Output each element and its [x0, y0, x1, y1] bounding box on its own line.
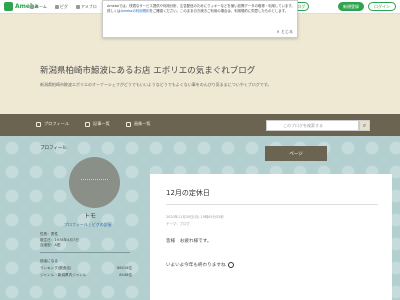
- menu-profile[interactable]: プロフィール: [36, 121, 69, 127]
- search-icon: ⌕: [362, 121, 367, 129]
- top-nav: ホーム ピグ アメブロ: [30, 4, 97, 10]
- profile-nickname: トモ: [84, 213, 97, 220]
- profile-icon: [36, 121, 41, 127]
- blog-icon: [75, 5, 80, 9]
- login-button[interactable]: ログイン: [368, 2, 396, 11]
- face-emoji-icon: [227, 262, 234, 268]
- menu-articles[interactable]: 記事一覧: [85, 121, 110, 127]
- pigg-icon: [54, 5, 59, 9]
- nav-pigg[interactable]: ピグ: [54, 4, 68, 10]
- search-button[interactable]: ⌕: [359, 120, 370, 131]
- list-icon: [85, 121, 91, 127]
- home-icon: [30, 5, 34, 9]
- terms-link[interactable]: Amebaの利用規約: [121, 9, 150, 13]
- register-button[interactable]: 新規登録: [338, 2, 364, 11]
- sidebar-list: 読者になる ランキング(飲食店) 86416位 ジャンル・新潟県内ジャンル 8448…: [40, 258, 132, 279]
- blog-description: 新潟県柏崎市鯨波エボリエのオーナーシェフがどうでもいいようなどうでもよくない事を…: [40, 82, 272, 87]
- top-page-button[interactable]: ページ: [265, 146, 327, 161]
- nav-ameblo[interactable]: アメブロ: [75, 4, 97, 10]
- notice-close-button[interactable]: × とじる: [276, 29, 293, 34]
- cookie-notice: Amebaでは、快適なサービス提供や利用分析、広告配信のためにクッキーなどを使い…: [102, 0, 298, 38]
- menu-images[interactable]: 画像一覧: [125, 121, 151, 127]
- article-paragraph: いよいよ今年も終わりますね: [166, 262, 234, 268]
- profile-info: 性別：男性 誕生日：1978年4月7日 血液型：A型: [40, 232, 79, 247]
- blog-search-input[interactable]: このブログを検索する: [266, 120, 359, 131]
- ameba-logo-icon: [4, 2, 13, 11]
- article-date: 2020年11月30日(月) 19時45分52秒: [166, 215, 224, 219]
- sidebar-divider: [40, 252, 130, 253]
- blog-menubar: プロフィール 記事一覧 画像一覧 このブログを検索する ⌕: [0, 114, 400, 136]
- avatar-decoration: [81, 177, 108, 180]
- profile-link[interactable]: プロフィール | ピグの部屋: [64, 222, 112, 228]
- list-item[interactable]: ランキング(飲食店) 86416位: [40, 265, 132, 272]
- blog-title[interactable]: 新潟県柏崎市鯨波にあるお店 エボリエの気まぐれブログ: [40, 64, 255, 76]
- list-item[interactable]: 読者になる: [40, 258, 132, 265]
- article-card: 12月の定休日 2020年11月30日(月) 19時45分52秒 テーマ：ブログ…: [150, 174, 392, 300]
- notice-text: Amebaでは、快適なサービス提供や利用分析、広告配信のためにクッキーなどを使い…: [107, 4, 295, 13]
- article-divider: [166, 204, 378, 205]
- blog-menu: プロフィール 記事一覧 画像一覧: [36, 121, 151, 127]
- avatar[interactable]: [69, 157, 120, 208]
- article-title[interactable]: 12月の定休日: [166, 188, 210, 198]
- article-paragraph: 皆様 お疲れ様です。: [166, 239, 212, 244]
- nav-home[interactable]: ホーム: [30, 4, 47, 10]
- image-icon: [125, 121, 131, 127]
- article-theme[interactable]: テーマ：ブログ: [166, 221, 190, 226]
- profile-heading: プロフィール: [40, 146, 67, 151]
- list-item[interactable]: ジャンル・新潟県内ジャンル 8448位: [40, 272, 132, 279]
